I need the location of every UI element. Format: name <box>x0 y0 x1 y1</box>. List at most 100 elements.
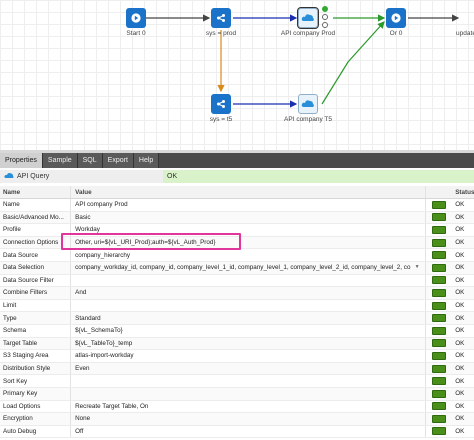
property-value[interactable]: Workday <box>71 224 426 236</box>
property-status: OK <box>455 352 465 360</box>
property-value[interactable]: atlas-import-workday <box>71 350 426 362</box>
property-value[interactable]: None <box>71 413 426 425</box>
api-prod-node[interactable] <box>297 7 319 29</box>
property-value[interactable]: Basic <box>71 211 426 224</box>
property-name: Name <box>0 199 72 211</box>
sys-t5-label: sys = t5 <box>209 116 233 123</box>
tab-help[interactable]: Help <box>133 153 160 168</box>
sys-prod-node[interactable] <box>211 8 231 28</box>
edit-property-button[interactable] <box>432 200 447 209</box>
property-name: Connection Options <box>0 236 72 249</box>
property-status: OK <box>455 239 465 247</box>
property-value[interactable]: Even <box>71 362 426 375</box>
cloud-icon <box>299 95 317 113</box>
property-status: OK <box>455 402 465 410</box>
tab-properties[interactable]: Properties <box>0 153 43 168</box>
property-status: OK <box>455 226 465 234</box>
property-value[interactable] <box>71 387 426 400</box>
failure-port[interactable] <box>322 14 328 20</box>
edit-property-button[interactable] <box>432 339 447 348</box>
property-value[interactable]: company_workday_id, company_id, company_… <box>71 261 426 274</box>
property-value[interactable]: API company Prod <box>71 199 426 211</box>
table-row[interactable]: Type Standard OK <box>0 312 474 325</box>
property-value[interactable] <box>71 375 426 387</box>
property-name: Profile <box>0 224 72 236</box>
property-name: Target Table <box>0 337 72 350</box>
table-row[interactable]: Distribution Style Even OK <box>0 362 474 376</box>
property-name: Limit <box>0 299 72 312</box>
table-row[interactable]: S3 Staging Area atlas-import-workday OK <box>0 350 474 363</box>
table-row[interactable]: Limit OK <box>0 299 474 313</box>
table-row[interactable]: Data Selection company_workday_id, compan… <box>0 261 474 275</box>
cloud-icon <box>299 9 317 27</box>
table-row[interactable]: Load Options Recreate Target Table, On OK <box>0 400 474 414</box>
table-row[interactable]: Data Source Filter OK <box>0 274 474 288</box>
edit-property-button[interactable] <box>432 402 447 411</box>
chevron-down-icon[interactable]: ▼ <box>415 264 420 270</box>
tab-export[interactable]: Export <box>102 153 134 168</box>
api-t5-label: API company T5 <box>284 116 332 123</box>
edit-property-button[interactable] <box>432 351 447 360</box>
edit-property-button[interactable] <box>432 301 447 310</box>
edit-property-button[interactable] <box>432 427 447 436</box>
edit-property-button[interactable] <box>432 326 447 335</box>
properties-grid: Name Value Status Name API company Prod OK… <box>0 186 474 439</box>
property-value[interactable]: company_hierarchy <box>71 249 426 261</box>
completion-port[interactable] <box>322 22 328 28</box>
sys-t5-node[interactable] <box>211 94 231 114</box>
edit-property-button[interactable] <box>432 251 447 260</box>
table-row[interactable]: Name API company Prod OK <box>0 199 474 212</box>
table-row[interactable]: Auto Debug Off OK <box>0 425 474 439</box>
validation-status: OK <box>163 170 474 183</box>
table-row[interactable]: Sort Key OK <box>0 375 474 388</box>
edit-property-button[interactable] <box>432 276 447 285</box>
or-node[interactable] <box>386 8 406 28</box>
table-row[interactable]: Combine Filters And OK <box>0 287 474 300</box>
table-row[interactable]: Primary Key OK <box>0 387 474 401</box>
table-row[interactable]: Encryption None OK <box>0 413 474 426</box>
edit-property-button[interactable] <box>432 377 447 386</box>
api-t5-node[interactable] <box>298 94 318 114</box>
property-name: Load Options <box>0 400 72 413</box>
component-title-text: API Query <box>17 173 50 180</box>
edit-property-button[interactable] <box>432 364 447 373</box>
edit-property-button[interactable] <box>432 288 447 297</box>
property-value[interactable] <box>71 299 426 312</box>
edit-property-button[interactable] <box>432 238 447 247</box>
property-value[interactable]: ${vL_TableTo}_temp <box>71 337 426 350</box>
start-node[interactable] <box>126 8 146 28</box>
job-canvas[interactable]: Start 0 sys = prod API company Prod Or 0… <box>0 0 474 150</box>
property-name: Sort Key <box>0 375 72 387</box>
property-status: OK <box>455 327 465 335</box>
edit-property-button[interactable] <box>432 213 447 222</box>
edit-property-button[interactable] <box>432 225 447 234</box>
property-status: OK <box>455 201 465 209</box>
tab-sample[interactable]: Sample <box>42 153 78 168</box>
property-value[interactable]: Recreate Target Table, On <box>71 400 426 413</box>
success-port[interactable] <box>322 6 328 12</box>
edit-property-button[interactable] <box>432 263 447 272</box>
property-value[interactable]: Off <box>71 425 426 438</box>
property-name: S3 Staging Area <box>0 350 72 362</box>
edit-property-button[interactable] <box>432 389 447 398</box>
table-row[interactable]: Basic/Advanced Mo... Basic OK <box>0 211 474 225</box>
property-value[interactable]: ${vL_SchemaTo} <box>71 324 426 337</box>
table-row[interactable]: Profile Workday OK <box>0 224 474 237</box>
property-status: OK <box>455 276 465 284</box>
property-name: Data Selection <box>0 261 72 274</box>
table-row[interactable]: Connection Options Other, uri=${vL_URI_Pr… <box>0 236 474 250</box>
property-value[interactable]: Other, uri=${vL_URI_Prod};auth=${vL_Auth… <box>71 236 426 249</box>
property-value[interactable]: Standard <box>71 312 426 324</box>
table-row[interactable]: Data Source company_hierarchy OK <box>0 249 474 262</box>
edit-property-button[interactable] <box>432 414 447 423</box>
property-status: OK <box>455 264 465 272</box>
header-name: Name <box>0 186 72 198</box>
tab-sql[interactable]: SQL <box>77 153 103 168</box>
table-row[interactable]: Target Table ${vL_TableTo}_temp OK <box>0 337 474 351</box>
table-row[interactable]: Schema ${vL_SchemaTo} OK <box>0 324 474 338</box>
property-status: OK <box>455 415 465 423</box>
edit-property-button[interactable] <box>432 314 447 323</box>
property-value[interactable]: And <box>71 287 426 299</box>
property-value[interactable] <box>71 274 426 287</box>
sys-prod-label: sys = prod <box>205 30 237 37</box>
